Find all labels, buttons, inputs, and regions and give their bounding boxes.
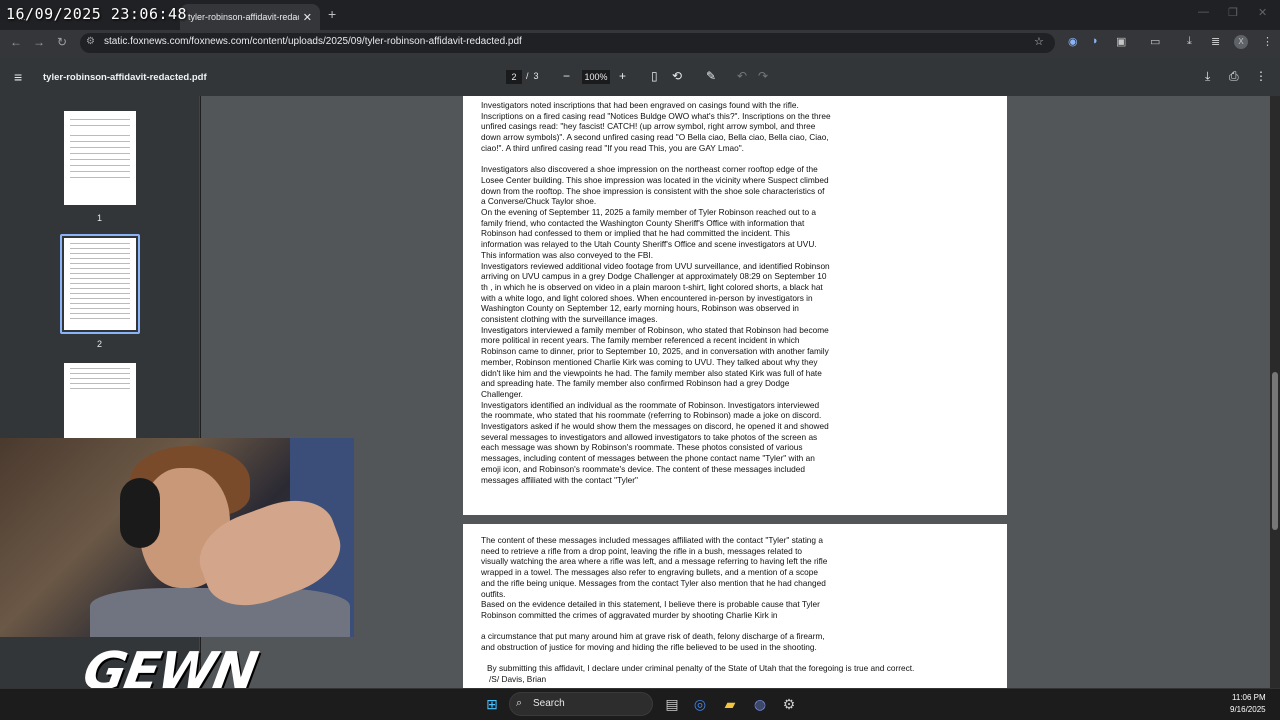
paragraph: Investigators identified an individual a… [481, 399, 829, 485]
webcam-overlay [0, 438, 354, 637]
pdf-page-2: Investigators noted inscriptions that ha… [463, 96, 1007, 515]
undo-icon[interactable]: ↶ [737, 69, 747, 83]
declaration-text: By submitting this affidavit, I declare … [487, 663, 915, 673]
close-window-button[interactable]: ✕ [1258, 6, 1267, 19]
site-info-icon[interactable]: ⚙ [86, 36, 95, 47]
tab-strip: ... tyler-robinson-affidavit-redacte ✕ +… [0, 0, 1280, 30]
paragraph: Investigators also discovered a shoe imp… [481, 164, 829, 207]
reading-list-icon[interactable]: ≣ [1211, 35, 1220, 48]
recording-timestamp: 16/09/2025 23:06:48 [6, 5, 188, 23]
close-tab-icon[interactable]: ✕ [303, 11, 312, 24]
redo-icon[interactable]: ↷ [758, 69, 768, 83]
paragraph: Based on the evidence detailed in this s… [481, 599, 820, 620]
browser-menu-icon[interactable]: ⋮ [1262, 35, 1273, 48]
zoom-out-icon[interactable]: − [563, 69, 570, 83]
search-label: Search [533, 698, 565, 709]
webcam-headphones [120, 478, 160, 548]
maximize-button[interactable]: ❐ [1228, 6, 1238, 19]
fit-page-icon[interactable]: ▯ [651, 69, 658, 83]
windows-start-icon[interactable]: ⊞ [482, 694, 502, 714]
taskbar-search[interactable] [509, 692, 653, 716]
new-tab-button[interactable]: + [328, 6, 336, 22]
split-view-icon[interactable]: ▭ [1150, 35, 1160, 48]
profile-avatar[interactable]: X [1234, 35, 1248, 49]
page3-text: The content of these messages included m… [481, 535, 831, 653]
chrome-icon[interactable]: ◎ [690, 694, 710, 714]
minimize-button[interactable]: — [1198, 6, 1209, 18]
page-total: 3 [533, 71, 539, 81]
annotate-icon[interactable]: ✎ [706, 69, 716, 83]
zoom-in-icon[interactable]: + [619, 69, 626, 83]
taskbar-date[interactable]: 9/16/2025 [1230, 705, 1266, 714]
download-icon[interactable]: ⤓ [1187, 35, 1192, 48]
discord-icon[interactable]: ◍ [750, 694, 770, 714]
paragraph: Investigators interviewed a family membe… [481, 324, 829, 399]
read-aloud-icon[interactable]: ◗ [1092, 35, 1099, 47]
tab-affidavit-pdf[interactable]: tyler-robinson-affidavit-redacte ✕ [180, 4, 320, 30]
zoom-input[interactable]: 100% [582, 70, 610, 84]
page2-text: Investigators noted inscriptions that ha… [481, 100, 831, 485]
pdf-download-icon[interactable]: ⤓ [1205, 69, 1210, 84]
task-view-icon[interactable]: ▤ [662, 694, 682, 714]
pdf-more-icon[interactable]: ⋮ [1255, 69, 1267, 83]
taskbar-time[interactable]: 11:06 PM [1232, 693, 1266, 702]
reload-icon[interactable]: ↻ [57, 35, 67, 49]
pdf-title: tyler-robinson-affidavit-redacted.pdf [43, 72, 207, 83]
page-thumbnail-1[interactable] [64, 111, 136, 205]
hamburger-menu-icon[interactable]: ≡ [14, 69, 22, 85]
page-separator: / [526, 71, 529, 81]
thumbnail-label: 2 [97, 339, 103, 349]
back-icon[interactable]: ← [10, 35, 22, 49]
file-explorer-icon[interactable]: ▰ [720, 694, 740, 714]
page-thumbnail-3[interactable] [64, 363, 136, 438]
paragraph: Investigators reviewed additional video … [481, 260, 830, 325]
url-text[interactable]: static.foxnews.com/foxnews.com/content/u… [104, 36, 522, 47]
tab-label: tyler-robinson-affidavit-redacte [188, 12, 299, 22]
print-icon[interactable]: ⎙ [1229, 69, 1239, 84]
extensions-puzzle-icon[interactable]: ▣ [1116, 35, 1126, 48]
search-icon: ⌕ [516, 697, 523, 709]
thumbnail-label: 1 [97, 213, 103, 223]
scrollbar-thumb[interactable] [1272, 372, 1278, 530]
paragraph: On the evening of September 11, 2025 a f… [481, 207, 817, 260]
paragraph: Investigators noted inscriptions that ha… [481, 100, 831, 153]
page-count: / 3 [526, 71, 539, 81]
rotate-icon[interactable]: ⟲ [672, 69, 682, 83]
bookmark-star-icon[interactable]: ☆ [1034, 35, 1044, 48]
extension-icon[interactable]: ◉ [1068, 35, 1078, 48]
page-number-input[interactable]: 2 [506, 70, 522, 84]
pdf-page-3: The content of these messages included m… [463, 524, 1007, 688]
signature-text: /S/ Davis, Brian [489, 674, 547, 684]
paragraph: a circumstance that put many around him … [481, 631, 825, 653]
app-icon[interactable]: ⚙ [779, 694, 799, 714]
paragraph: The content of these messages included m… [481, 535, 828, 599]
forward-icon[interactable]: → [33, 35, 45, 49]
page-thumbnail-2[interactable] [64, 238, 136, 330]
